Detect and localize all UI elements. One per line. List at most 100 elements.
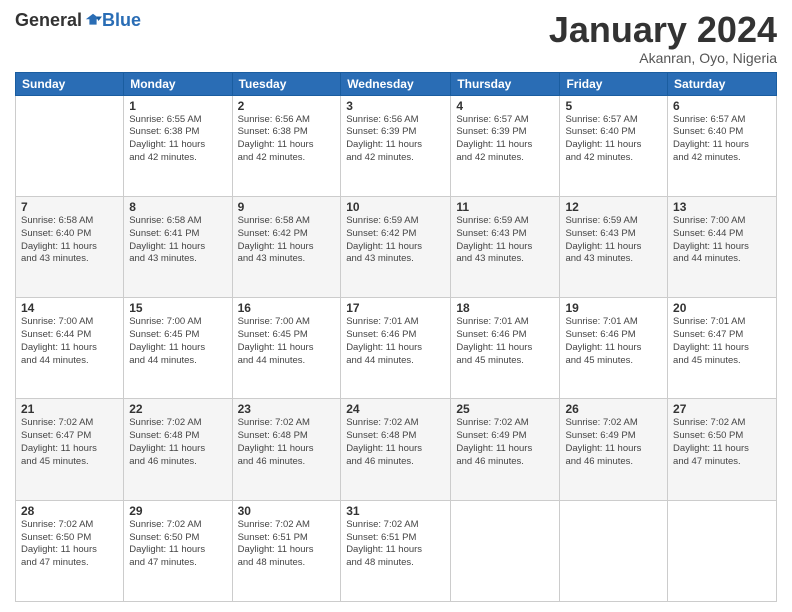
day-info: Sunrise: 7:02 AM Sunset: 6:51 PM Dayligh…	[346, 519, 445, 570]
calendar-cell: 20Sunrise: 7:01 AM Sunset: 6:47 PM Dayli…	[668, 298, 777, 399]
day-info: Sunrise: 6:56 AM Sunset: 6:38 PM Dayligh…	[238, 114, 336, 165]
calendar-cell: 4Sunrise: 6:57 AM Sunset: 6:39 PM Daylig…	[451, 95, 560, 196]
day-number: 17	[346, 301, 445, 315]
calendar-cell: 19Sunrise: 7:01 AM Sunset: 6:46 PM Dayli…	[560, 298, 668, 399]
day-info: Sunrise: 6:58 AM Sunset: 6:40 PM Dayligh…	[21, 215, 118, 266]
day-number: 28	[21, 504, 118, 518]
day-number: 26	[565, 402, 662, 416]
calendar-cell: 18Sunrise: 7:01 AM Sunset: 6:46 PM Dayli…	[451, 298, 560, 399]
day-info: Sunrise: 7:02 AM Sunset: 6:50 PM Dayligh…	[673, 417, 771, 468]
day-number: 24	[346, 402, 445, 416]
day-number: 5	[565, 99, 662, 113]
calendar-cell: 25Sunrise: 7:02 AM Sunset: 6:49 PM Dayli…	[451, 399, 560, 500]
day-number: 30	[238, 504, 336, 518]
calendar-cell: 21Sunrise: 7:02 AM Sunset: 6:47 PM Dayli…	[16, 399, 124, 500]
calendar-cell	[668, 500, 777, 601]
day-info: Sunrise: 6:57 AM Sunset: 6:39 PM Dayligh…	[456, 114, 554, 165]
day-number: 23	[238, 402, 336, 416]
day-number: 20	[673, 301, 771, 315]
day-info: Sunrise: 7:02 AM Sunset: 6:49 PM Dayligh…	[456, 417, 554, 468]
day-info: Sunrise: 7:02 AM Sunset: 6:51 PM Dayligh…	[238, 519, 336, 570]
page: General Blue January 2024 Akanran, Oyo, …	[0, 0, 792, 612]
calendar-cell: 8Sunrise: 6:58 AM Sunset: 6:41 PM Daylig…	[124, 196, 232, 297]
calendar-week-2: 7Sunrise: 6:58 AM Sunset: 6:40 PM Daylig…	[16, 196, 777, 297]
day-number: 7	[21, 200, 118, 214]
day-info: Sunrise: 6:58 AM Sunset: 6:41 PM Dayligh…	[129, 215, 226, 266]
day-number: 25	[456, 402, 554, 416]
day-number: 11	[456, 200, 554, 214]
day-number: 27	[673, 402, 771, 416]
day-number: 8	[129, 200, 226, 214]
header: General Blue January 2024 Akanran, Oyo, …	[15, 10, 777, 66]
location-subtitle: Akanran, Oyo, Nigeria	[549, 50, 777, 66]
day-number: 18	[456, 301, 554, 315]
logo: General Blue	[15, 10, 141, 31]
calendar-cell: 6Sunrise: 6:57 AM Sunset: 6:40 PM Daylig…	[668, 95, 777, 196]
calendar-cell: 28Sunrise: 7:02 AM Sunset: 6:50 PM Dayli…	[16, 500, 124, 601]
logo-blue-text: Blue	[102, 10, 141, 31]
day-info: Sunrise: 7:02 AM Sunset: 6:50 PM Dayligh…	[21, 519, 118, 570]
col-thursday: Thursday	[451, 72, 560, 95]
day-info: Sunrise: 6:58 AM Sunset: 6:42 PM Dayligh…	[238, 215, 336, 266]
calendar-cell: 31Sunrise: 7:02 AM Sunset: 6:51 PM Dayli…	[341, 500, 451, 601]
calendar-cell	[451, 500, 560, 601]
calendar-cell: 12Sunrise: 6:59 AM Sunset: 6:43 PM Dayli…	[560, 196, 668, 297]
day-info: Sunrise: 6:57 AM Sunset: 6:40 PM Dayligh…	[565, 114, 662, 165]
calendar-cell	[16, 95, 124, 196]
col-saturday: Saturday	[668, 72, 777, 95]
day-info: Sunrise: 7:01 AM Sunset: 6:46 PM Dayligh…	[346, 316, 445, 367]
col-wednesday: Wednesday	[341, 72, 451, 95]
day-info: Sunrise: 7:00 AM Sunset: 6:44 PM Dayligh…	[21, 316, 118, 367]
day-number: 21	[21, 402, 118, 416]
calendar-header-row: Sunday Monday Tuesday Wednesday Thursday…	[16, 72, 777, 95]
calendar-cell: 3Sunrise: 6:56 AM Sunset: 6:39 PM Daylig…	[341, 95, 451, 196]
calendar-cell: 26Sunrise: 7:02 AM Sunset: 6:49 PM Dayli…	[560, 399, 668, 500]
calendar-cell: 16Sunrise: 7:00 AM Sunset: 6:45 PM Dayli…	[232, 298, 341, 399]
calendar-cell: 24Sunrise: 7:02 AM Sunset: 6:48 PM Dayli…	[341, 399, 451, 500]
calendar-cell: 17Sunrise: 7:01 AM Sunset: 6:46 PM Dayli…	[341, 298, 451, 399]
day-number: 22	[129, 402, 226, 416]
calendar-cell: 11Sunrise: 6:59 AM Sunset: 6:43 PM Dayli…	[451, 196, 560, 297]
title-section: January 2024 Akanran, Oyo, Nigeria	[549, 10, 777, 66]
calendar-week-5: 28Sunrise: 7:02 AM Sunset: 6:50 PM Dayli…	[16, 500, 777, 601]
calendar-cell: 27Sunrise: 7:02 AM Sunset: 6:50 PM Dayli…	[668, 399, 777, 500]
month-title: January 2024	[549, 10, 777, 50]
col-tuesday: Tuesday	[232, 72, 341, 95]
day-number: 10	[346, 200, 445, 214]
day-info: Sunrise: 6:59 AM Sunset: 6:42 PM Dayligh…	[346, 215, 445, 266]
day-number: 16	[238, 301, 336, 315]
day-info: Sunrise: 7:01 AM Sunset: 6:46 PM Dayligh…	[565, 316, 662, 367]
calendar-week-1: 1Sunrise: 6:55 AM Sunset: 6:38 PM Daylig…	[16, 95, 777, 196]
day-info: Sunrise: 7:02 AM Sunset: 6:47 PM Dayligh…	[21, 417, 118, 468]
calendar-cell: 13Sunrise: 7:00 AM Sunset: 6:44 PM Dayli…	[668, 196, 777, 297]
day-number: 29	[129, 504, 226, 518]
day-number: 1	[129, 99, 226, 113]
day-info: Sunrise: 6:57 AM Sunset: 6:40 PM Dayligh…	[673, 114, 771, 165]
day-info: Sunrise: 6:59 AM Sunset: 6:43 PM Dayligh…	[456, 215, 554, 266]
logo-general-text: General	[15, 10, 82, 31]
calendar-cell: 22Sunrise: 7:02 AM Sunset: 6:48 PM Dayli…	[124, 399, 232, 500]
day-number: 19	[565, 301, 662, 315]
day-number: 4	[456, 99, 554, 113]
day-info: Sunrise: 7:01 AM Sunset: 6:47 PM Dayligh…	[673, 316, 771, 367]
day-info: Sunrise: 7:00 AM Sunset: 6:45 PM Dayligh…	[238, 316, 336, 367]
day-info: Sunrise: 7:02 AM Sunset: 6:48 PM Dayligh…	[238, 417, 336, 468]
calendar-cell: 7Sunrise: 6:58 AM Sunset: 6:40 PM Daylig…	[16, 196, 124, 297]
calendar-cell: 1Sunrise: 6:55 AM Sunset: 6:38 PM Daylig…	[124, 95, 232, 196]
day-info: Sunrise: 7:02 AM Sunset: 6:50 PM Dayligh…	[129, 519, 226, 570]
day-info: Sunrise: 7:01 AM Sunset: 6:46 PM Dayligh…	[456, 316, 554, 367]
calendar-cell: 2Sunrise: 6:56 AM Sunset: 6:38 PM Daylig…	[232, 95, 341, 196]
day-info: Sunrise: 6:55 AM Sunset: 6:38 PM Dayligh…	[129, 114, 226, 165]
calendar-cell: 30Sunrise: 7:02 AM Sunset: 6:51 PM Dayli…	[232, 500, 341, 601]
day-number: 14	[21, 301, 118, 315]
day-number: 13	[673, 200, 771, 214]
calendar-cell: 10Sunrise: 6:59 AM Sunset: 6:42 PM Dayli…	[341, 196, 451, 297]
day-info: Sunrise: 6:56 AM Sunset: 6:39 PM Dayligh…	[346, 114, 445, 165]
col-monday: Monday	[124, 72, 232, 95]
day-info: Sunrise: 7:02 AM Sunset: 6:48 PM Dayligh…	[346, 417, 445, 468]
calendar-cell: 9Sunrise: 6:58 AM Sunset: 6:42 PM Daylig…	[232, 196, 341, 297]
calendar-week-4: 21Sunrise: 7:02 AM Sunset: 6:47 PM Dayli…	[16, 399, 777, 500]
day-number: 3	[346, 99, 445, 113]
calendar-cell: 23Sunrise: 7:02 AM Sunset: 6:48 PM Dayli…	[232, 399, 341, 500]
col-friday: Friday	[560, 72, 668, 95]
